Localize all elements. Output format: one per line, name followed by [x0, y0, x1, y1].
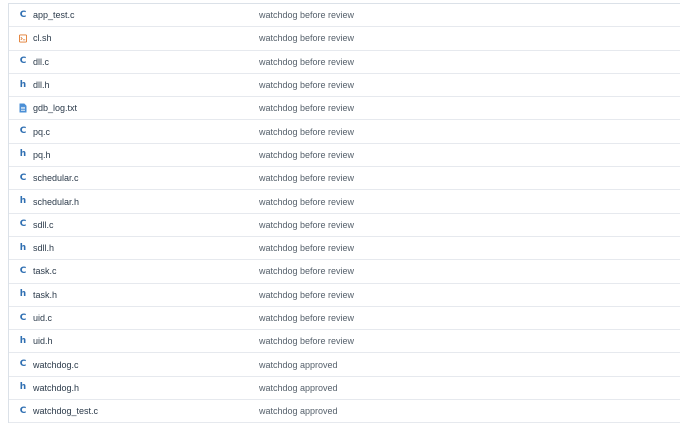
file-row[interactable]: h pq.h watchdog before review [9, 144, 680, 168]
file-row[interactable]: Cwatchdog_test.c watchdog approved [9, 400, 680, 424]
commit-message-link[interactable]: watchdog before review [259, 190, 354, 212]
commit-message-link[interactable]: watchdog before review [259, 260, 354, 282]
file-name-link[interactable]: dll.c [33, 57, 49, 67]
commit-message-link[interactable]: watchdog before review [259, 144, 354, 166]
commit-message-link[interactable]: watchdog before review [259, 330, 354, 352]
c-file-icon: C [19, 219, 27, 230]
commit-message-link[interactable]: watchdog before review [259, 237, 354, 259]
file-row[interactable]: Ctask.c watchdog before review [9, 260, 680, 284]
file-name-link[interactable]: pq.c [33, 127, 50, 137]
file-name-cell: Cuid.c [19, 307, 52, 329]
file-name-link[interactable]: schedular.c [33, 173, 79, 183]
h-file-icon: h [19, 335, 27, 346]
file-name-link[interactable]: schedular.h [33, 197, 79, 207]
file-name-cell: Cschedular.c [19, 167, 79, 189]
file-row[interactable]: h dll.h watchdog before review [9, 74, 680, 98]
text-file-icon [19, 103, 27, 113]
h-file-icon: h [19, 149, 27, 160]
c-file-icon: C [19, 126, 27, 137]
file-row[interactable]: h task.h watchdog before review [9, 284, 680, 307]
file-name-cell: Cdll.c [19, 51, 49, 73]
file-row[interactable]: cl.sh watchdog before review [9, 27, 680, 51]
c-file-icon: C [19, 9, 27, 20]
file-name-link[interactable]: cl.sh [33, 33, 52, 43]
c-file-icon: C [19, 312, 27, 323]
file-name-link[interactable]: task.h [33, 290, 57, 300]
c-file-icon: C [19, 405, 27, 416]
commit-message-link[interactable]: watchdog before review [259, 214, 354, 236]
commit-message-link[interactable]: watchdog before review [259, 51, 354, 73]
file-row[interactable]: Csdll.c watchdog before review [9, 214, 680, 237]
commit-message-link[interactable]: watchdog before review [259, 284, 354, 306]
file-name-cell: h dll.h [19, 74, 50, 96]
commit-message-link[interactable]: watchdog before review [259, 307, 354, 329]
c-file-icon: C [19, 56, 27, 67]
file-row[interactable]: Cschedular.c watchdog before review [9, 167, 680, 191]
file-name-cell: h watchdog.h [19, 377, 79, 399]
file-name-link[interactable]: gdb_log.txt [33, 103, 77, 113]
file-name-cell: Cwatchdog.c [19, 353, 79, 375]
file-name-link[interactable]: app_test.c [33, 10, 75, 20]
commit-message-link[interactable]: watchdog before review [259, 4, 354, 26]
c-file-icon: C [19, 172, 27, 183]
commit-message-link[interactable]: watchdog before review [259, 27, 354, 49]
file-row[interactable]: Cpq.c watchdog before review [9, 120, 680, 144]
file-name-link[interactable]: watchdog.h [33, 383, 79, 393]
file-name-cell: Ctask.c [19, 260, 57, 282]
file-name-link[interactable]: uid.h [33, 336, 53, 346]
c-file-icon: C [19, 359, 27, 370]
file-list: Capp_test.c watchdog before review cl.sh wa… [8, 3, 680, 424]
file-name-cell: Cwatchdog_test.c [19, 400, 98, 422]
commit-message-link[interactable]: watchdog before review [259, 74, 354, 96]
file-name-cell: h uid.h [19, 330, 53, 352]
file-name-link[interactable]: task.c [33, 266, 57, 276]
h-file-icon: h [19, 79, 27, 90]
file-name-link[interactable]: pq.h [33, 150, 51, 160]
commit-message-link[interactable]: watchdog before review [259, 120, 354, 142]
file-name-link[interactable]: uid.c [33, 313, 52, 323]
file-row[interactable]: Cwatchdog.c watchdog approved [9, 353, 680, 377]
commit-message-link[interactable]: watchdog approved [259, 353, 338, 375]
file-name-cell: h task.h [19, 284, 57, 306]
file-name-cell: Csdll.c [19, 214, 54, 236]
h-file-icon: h [19, 382, 27, 393]
file-name-cell: h pq.h [19, 144, 51, 166]
file-name-cell: Cpq.c [19, 120, 50, 142]
file-row[interactable]: h sdll.h watchdog before review [9, 237, 680, 261]
h-file-icon: h [19, 242, 27, 253]
file-row[interactable]: h uid.h watchdog before review [9, 330, 680, 354]
file-name-cell: cl.sh [19, 27, 52, 49]
file-name-link[interactable]: dll.h [33, 80, 50, 90]
file-name-link[interactable]: watchdog_test.c [33, 406, 98, 416]
h-file-icon: h [19, 196, 27, 207]
h-file-icon: h [19, 289, 27, 300]
file-row[interactable]: h watchdog.h watchdog approved [9, 377, 680, 401]
file-name-cell: h schedular.h [19, 190, 79, 212]
file-row[interactable]: Cdll.c watchdog before review [9, 51, 680, 74]
file-row[interactable]: gdb_log.txt watchdog before review [9, 97, 680, 121]
file-name-cell: h sdll.h [19, 237, 54, 259]
file-name-cell: gdb_log.txt [19, 97, 77, 119]
c-file-icon: C [19, 265, 27, 276]
file-name-link[interactable]: sdll.c [33, 220, 54, 230]
file-row[interactable]: Cuid.c watchdog before review [9, 307, 680, 331]
file-row[interactable]: h schedular.h watchdog before review [9, 190, 680, 214]
file-name-cell: Capp_test.c [19, 4, 75, 26]
commit-message-link[interactable]: watchdog approved [259, 400, 338, 422]
commit-message-link[interactable]: watchdog approved [259, 377, 338, 399]
shell-file-icon [19, 33, 27, 43]
commit-message-link[interactable]: watchdog before review [259, 167, 354, 189]
file-name-link[interactable]: watchdog.c [33, 360, 79, 370]
commit-message-link[interactable]: watchdog before review [259, 97, 354, 119]
file-row[interactable]: Capp_test.c watchdog before review [9, 4, 680, 28]
file-name-link[interactable]: sdll.h [33, 243, 54, 253]
